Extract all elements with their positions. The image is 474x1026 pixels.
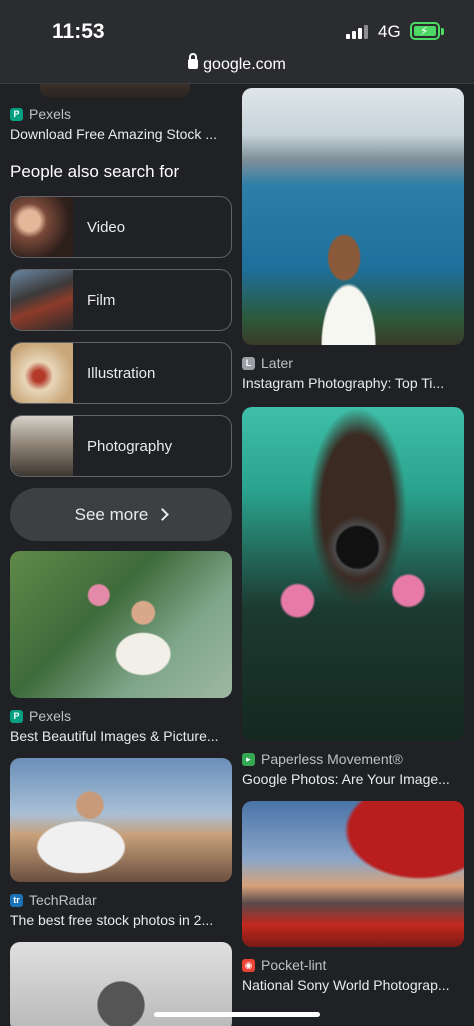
result-title[interactable]: Instagram Photography: Top Ti... bbox=[242, 375, 464, 391]
photography-thumbnail bbox=[11, 416, 73, 476]
pasf-chip-film[interactable]: Film bbox=[10, 269, 232, 331]
see-more-label: See more bbox=[74, 504, 149, 524]
result-image[interactable] bbox=[242, 88, 464, 345]
result-title[interactable]: National Sony World Photograp... bbox=[242, 977, 464, 993]
source-name: Later bbox=[261, 355, 293, 371]
pasf-chip-video[interactable]: Video bbox=[10, 196, 232, 258]
results-column-left: P Pexels Download Free Amazing Stock ...… bbox=[10, 84, 232, 1026]
lock-icon bbox=[188, 53, 199, 69]
result-image[interactable] bbox=[10, 758, 232, 882]
result-image[interactable] bbox=[10, 551, 232, 698]
film-thumbnail bbox=[11, 270, 73, 330]
chip-label: Video bbox=[87, 218, 126, 236]
source-name: Paperless Movement® bbox=[261, 751, 403, 767]
result-title[interactable]: Download Free Amazing Stock ... bbox=[10, 126, 232, 142]
see-more-button[interactable]: See more bbox=[10, 488, 232, 541]
address-bar[interactable]: google.com bbox=[0, 53, 474, 74]
people-also-search-heading: People also search for bbox=[10, 162, 180, 181]
url-text: google.com bbox=[203, 56, 286, 73]
result-source[interactable]: L Later bbox=[242, 353, 464, 373]
techradar-icon: tr bbox=[10, 893, 23, 907]
result-source[interactable]: P Pexels bbox=[10, 706, 232, 726]
pocketlint-icon: ◉ bbox=[242, 958, 255, 972]
chip-label: Illustration bbox=[87, 364, 156, 382]
chip-label: Photography bbox=[87, 437, 173, 455]
battery-icon: ⚡ bbox=[410, 22, 444, 40]
source-name: Pexels bbox=[29, 106, 72, 122]
result-source[interactable]: ◉ Pocket-lint bbox=[242, 955, 464, 975]
status-time: 11:53 bbox=[52, 20, 105, 43]
result-title[interactable]: Best Beautiful Images & Picture... bbox=[10, 728, 232, 744]
result-image[interactable] bbox=[40, 84, 190, 98]
result-source[interactable]: P Pexels bbox=[10, 104, 232, 124]
video-thumbnail bbox=[11, 197, 73, 257]
chevron-right-icon bbox=[156, 508, 170, 521]
illustration-thumbnail bbox=[11, 343, 73, 403]
results-column-right: L Later Instagram Photography: Top Ti...… bbox=[242, 84, 464, 993]
signal-icon bbox=[346, 25, 372, 39]
pexels-icon: P bbox=[10, 709, 23, 723]
paperless-icon: ▸ bbox=[242, 752, 255, 766]
result-source[interactable]: ▸ Paperless Movement® bbox=[242, 749, 464, 769]
source-name: Pexels bbox=[29, 708, 72, 724]
network-label: 4G bbox=[378, 22, 401, 41]
pexels-icon: P bbox=[10, 107, 23, 121]
source-name: TechRadar bbox=[29, 892, 97, 908]
pasf-chip-photography[interactable]: Photography bbox=[10, 415, 232, 477]
result-title[interactable]: The best free stock photos in 2... bbox=[10, 912, 232, 928]
result-source[interactable]: tr TechRadar bbox=[10, 890, 232, 910]
status-bar: 11:53 4G ⚡ google.com bbox=[0, 0, 474, 84]
pasf-chip-illustration[interactable]: Illustration bbox=[10, 342, 232, 404]
source-name: Pocket-lint bbox=[261, 957, 327, 973]
result-image[interactable] bbox=[242, 801, 464, 947]
chip-label: Film bbox=[87, 291, 116, 309]
result-image[interactable] bbox=[242, 407, 464, 741]
home-indicator[interactable] bbox=[154, 1012, 320, 1017]
result-title[interactable]: Google Photos: Are Your Image... bbox=[242, 771, 464, 787]
later-icon: L bbox=[242, 356, 255, 370]
